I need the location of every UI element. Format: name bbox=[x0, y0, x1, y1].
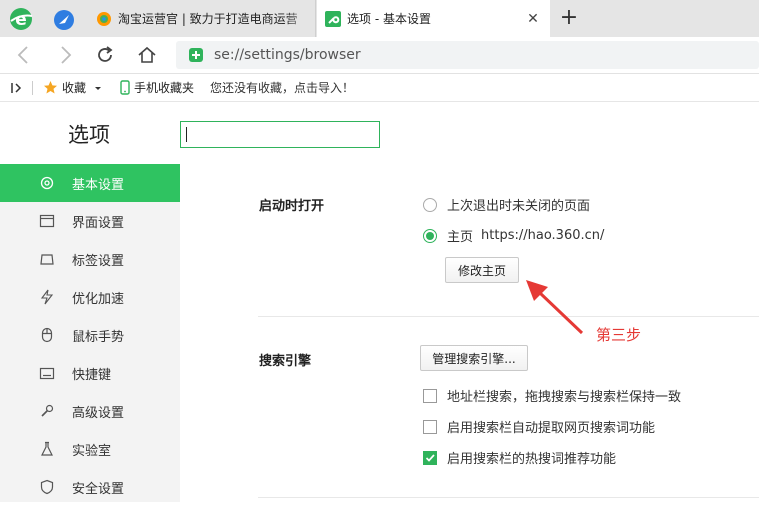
home-icon[interactable] bbox=[136, 44, 158, 66]
sidebar-item-label: 安全设置 bbox=[72, 481, 125, 497]
sidebar-item-label: 实验室 bbox=[72, 443, 112, 459]
mouse-icon bbox=[41, 327, 53, 343]
option-label: 上次退出时未关闭的页面 bbox=[447, 199, 591, 214]
section-divider bbox=[258, 316, 759, 317]
text-caret bbox=[186, 127, 187, 142]
wrench-icon bbox=[41, 404, 54, 417]
mobile-favorites-label: 手机收藏夹 bbox=[134, 81, 195, 95]
tab-strip: e 淘宝运营官 | 致力于打造电商运营 选项 - 基本设置 ✕ + bbox=[0, 0, 759, 37]
manage-search-engines-button[interactable]: 管理搜索引擎... bbox=[420, 345, 528, 371]
compass-icon[interactable] bbox=[52, 8, 76, 32]
annotation-arrow-icon bbox=[526, 280, 584, 335]
address-bar[interactable]: se://settings/browser bbox=[176, 41, 759, 69]
sidebar-item-label: 快捷键 bbox=[72, 367, 112, 383]
section-divider bbox=[258, 497, 759, 498]
browser-logo-icon[interactable]: e bbox=[8, 6, 34, 32]
annotation-step-label: 第三步 bbox=[596, 326, 642, 344]
settings-search-field[interactable] bbox=[181, 122, 379, 147]
favorites-label: 收藏 bbox=[62, 81, 87, 95]
sidebar-item-basic[interactable]: 基本设置 bbox=[0, 164, 180, 202]
star-icon bbox=[44, 81, 57, 94]
taobao-favicon-icon bbox=[97, 11, 111, 26]
tab-title: 淘宝运营官 | 致力于打造电商运营 bbox=[118, 12, 298, 26]
sidebar-item-interface[interactable]: 界面设置 bbox=[0, 202, 180, 240]
option-label: 地址栏搜索，拖拽搜索与搜索栏保持一致 bbox=[447, 390, 682, 405]
sync-search-option[interactable]: 地址栏搜索，拖拽搜索与搜索栏保持一致 bbox=[423, 386, 681, 405]
sidebar-item-shortcuts[interactable]: 快捷键 bbox=[0, 354, 180, 392]
divider bbox=[32, 80, 33, 95]
forward-arrow-icon[interactable] bbox=[54, 44, 76, 66]
checkmark-icon bbox=[425, 453, 435, 462]
new-tab-button[interactable]: + bbox=[556, 5, 582, 31]
modify-homepage-button[interactable]: 修改主页 bbox=[445, 257, 519, 283]
checkbox[interactable] bbox=[423, 388, 437, 403]
toolbar: se://settings/browser bbox=[0, 37, 759, 74]
bookmarks-bar: 收藏 手机收藏夹 您还没有收藏，点击导入！ bbox=[0, 74, 759, 102]
startup-section-label: 启动时打开 bbox=[259, 199, 325, 214]
sidebar-item-label: 界面设置 bbox=[72, 215, 125, 231]
favorites-menu[interactable]: 收藏 bbox=[43, 79, 108, 96]
back-arrow-icon[interactable] bbox=[13, 44, 35, 66]
sidebar-item-label: 鼠标手势 bbox=[72, 329, 125, 345]
tab-taobao[interactable]: 淘宝运营官 | 致力于打造电商运营 bbox=[88, 0, 316, 37]
phone-icon bbox=[120, 80, 130, 95]
checkbox[interactable] bbox=[423, 419, 437, 434]
startup-homepage-option[interactable]: 主页 https://hao.360.cn/ bbox=[423, 226, 604, 245]
import-bookmarks-hint[interactable]: 您还没有收藏，点击导入！ bbox=[210, 79, 354, 96]
keyboard-icon bbox=[39, 367, 55, 380]
wrench-favicon-icon bbox=[325, 10, 341, 27]
flask-icon bbox=[41, 441, 53, 456]
tab-title: 选项 - 基本设置 bbox=[347, 12, 431, 26]
sidebar-item-lab[interactable]: 实验室 bbox=[0, 430, 180, 468]
svg-text:e: e bbox=[15, 10, 27, 30]
shield-icon bbox=[40, 479, 54, 495]
lightning-icon bbox=[40, 289, 54, 305]
search-engine-section-label: 搜索引擎 bbox=[259, 354, 312, 369]
option-label: 启用搜索栏自动提取网页搜索词功能 bbox=[447, 421, 656, 436]
gear-icon bbox=[40, 176, 54, 190]
startup-restore-option[interactable]: 上次退出时未关闭的页面 bbox=[423, 195, 590, 214]
reload-icon[interactable] bbox=[94, 44, 116, 66]
sidebar-toggle-icon[interactable] bbox=[10, 81, 24, 95]
sidebar-item-label: 标签设置 bbox=[72, 253, 125, 269]
secure-shield-icon bbox=[189, 48, 203, 62]
sidebar-item-speedup[interactable]: 优化加速 bbox=[0, 278, 180, 316]
window-icon bbox=[39, 214, 55, 228]
sidebar-item-tabs[interactable]: 标签设置 bbox=[0, 240, 180, 278]
option-label: 启用搜索栏的热搜词推荐功能 bbox=[447, 452, 617, 467]
url-text: se://settings/browser bbox=[214, 47, 361, 63]
option-label: 主页 bbox=[447, 230, 474, 245]
sidebar-item-advanced[interactable]: 高级设置 bbox=[0, 392, 180, 430]
auto-extract-search-option[interactable]: 启用搜索栏自动提取网页搜索词功能 bbox=[423, 417, 655, 436]
hot-search-option[interactable]: 启用搜索栏的热搜词推荐功能 bbox=[423, 448, 616, 467]
settings-sidebar: 基本设置 界面设置 标签设置 优化加速 鼠标手势 快捷键 高级设置 实验室 安全… bbox=[0, 164, 180, 502]
chevron-down-icon bbox=[95, 86, 102, 90]
radio-button[interactable] bbox=[423, 197, 437, 212]
sidebar-item-gestures[interactable]: 鼠标手势 bbox=[0, 316, 180, 354]
tab-settings[interactable]: 选项 - 基本设置 ✕ bbox=[317, 0, 550, 37]
sidebar-item-label: 基本设置 bbox=[72, 177, 125, 193]
sidebar-item-security[interactable]: 安全设置 bbox=[0, 468, 180, 506]
settings-search-input[interactable] bbox=[180, 121, 380, 148]
sidebar-item-label: 高级设置 bbox=[72, 405, 125, 421]
page-title: 选项 bbox=[68, 123, 110, 147]
close-tab-icon[interactable]: ✕ bbox=[522, 11, 544, 27]
tab-icon bbox=[40, 254, 54, 265]
radio-button-selected[interactable] bbox=[423, 228, 437, 243]
homepage-url: https://hao.360.cn/ bbox=[481, 228, 605, 243]
checkbox-checked[interactable] bbox=[423, 450, 437, 465]
mobile-favorites[interactable]: 手机收藏夹 bbox=[120, 79, 194, 96]
sidebar-item-label: 优化加速 bbox=[72, 291, 125, 307]
